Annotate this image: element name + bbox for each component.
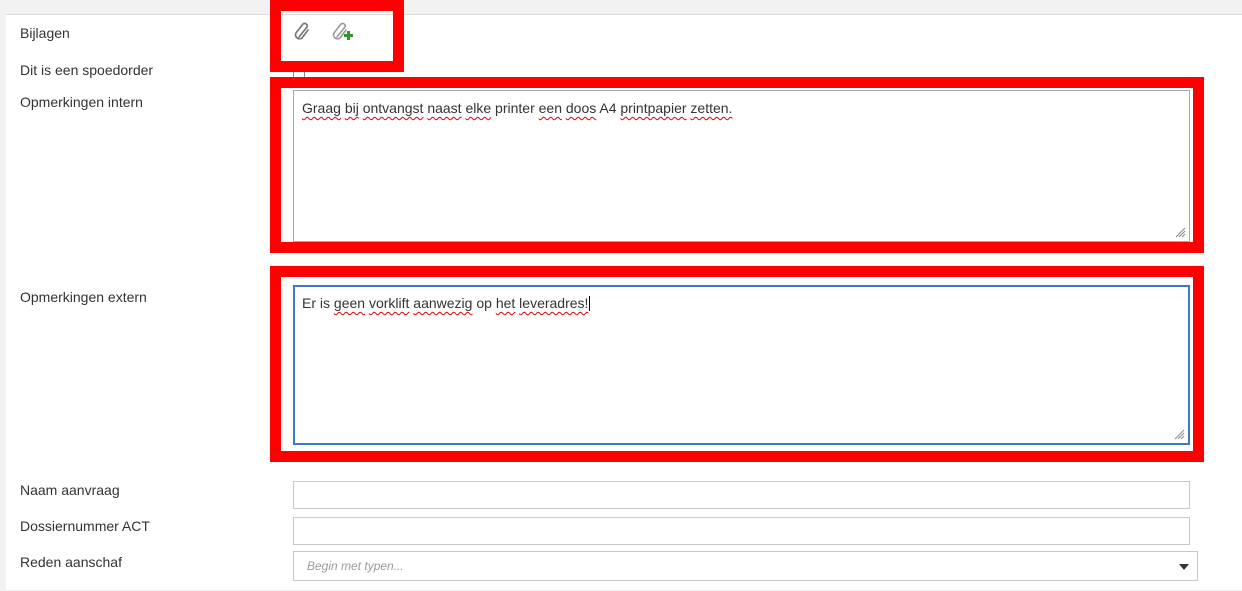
highlight-bijlagen (270, 0, 404, 72)
label-naam-aanvraag: Naam aanvraag (20, 482, 120, 498)
label-spoedorder: Dit is een spoedorder (20, 62, 154, 78)
naam-aanvraag-input[interactable] (293, 481, 1190, 509)
highlight-opmerkingen-intern (270, 77, 1204, 253)
label-opmerkingen-intern: Opmerkingen intern (20, 94, 143, 110)
highlight-opmerkingen-extern (270, 266, 1204, 462)
dossiernummer-input[interactable] (293, 517, 1190, 545)
label-reden-aanschaf: Reden aanschaf (20, 554, 122, 570)
label-dossiernummer: Dossiernummer ACT (20, 518, 150, 534)
label-opmerkingen-extern: Opmerkingen extern (20, 289, 147, 305)
reden-aanschaf-select[interactable]: Begin met typen... (293, 551, 1198, 581)
label-bijlagen: Bijlagen (20, 25, 70, 41)
chevron-down-icon[interactable] (1179, 564, 1189, 570)
reden-aanschaf-placeholder: Begin met typen... (307, 559, 404, 573)
